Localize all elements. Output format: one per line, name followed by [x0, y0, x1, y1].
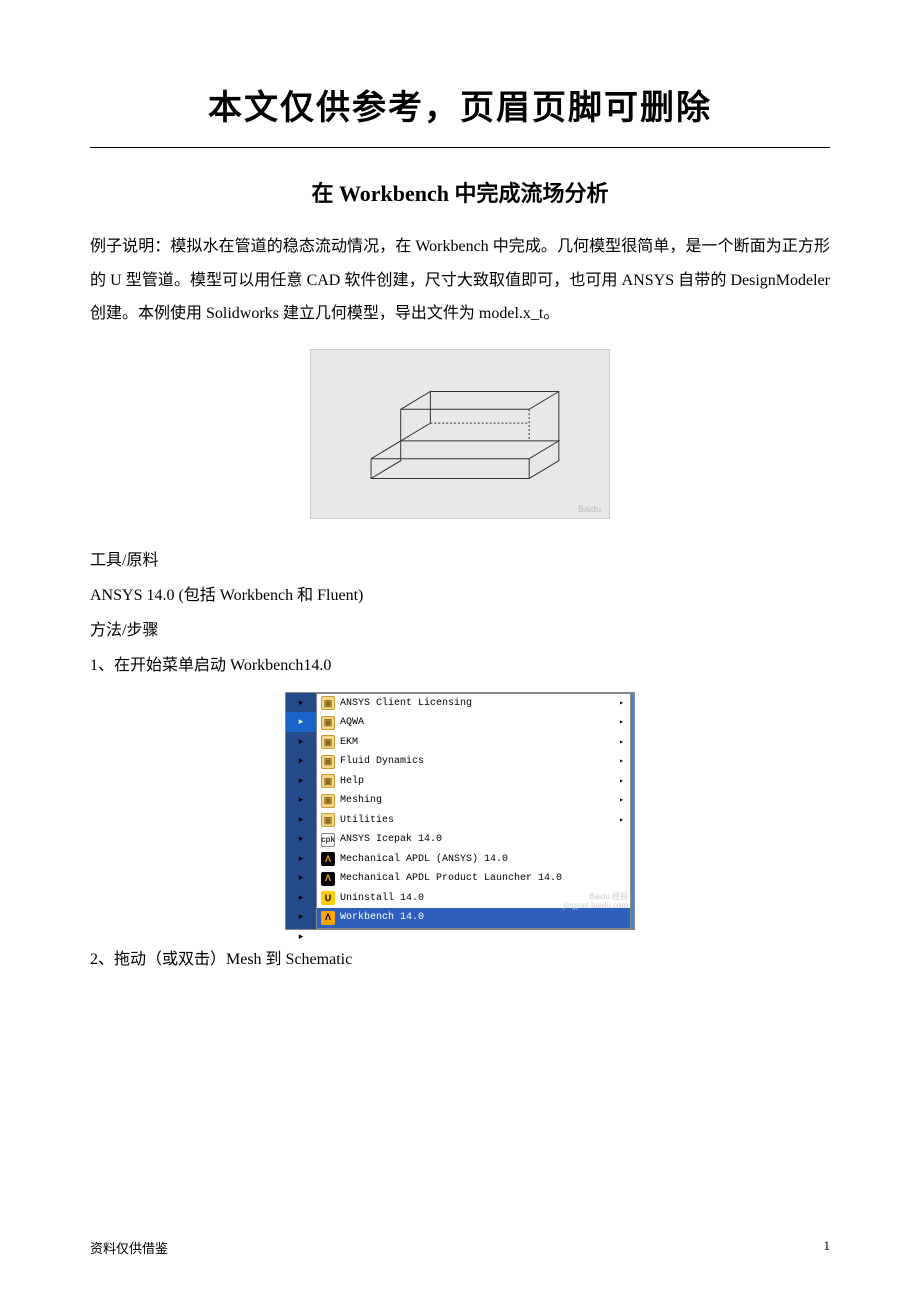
- watermark-line2: jingyan.baidu.com: [564, 901, 628, 910]
- u-shape-svg: [311, 350, 609, 518]
- menu-item-label: Uninstall 14.0: [340, 889, 424, 909]
- menu-item-aqwa[interactable]: ▣ AQWA ▸: [317, 713, 630, 733]
- left-arrow-slot: ▸: [286, 751, 316, 771]
- menu-item-ansys-icepak-14-0[interactable]: cpk ANSYS Icepak 14.0: [317, 830, 630, 850]
- left-arrow-slot: ▸: [286, 849, 316, 869]
- header-divider: [90, 147, 830, 148]
- lambda-o-icon: Λ: [321, 911, 335, 925]
- menu-item-label: EKM: [340, 733, 358, 753]
- menu-item-fluid-dynamics[interactable]: ▣ Fluid Dynamics ▸: [317, 752, 630, 772]
- menu-item-ansys-client-licensing[interactable]: ▣ ANSYS Client Licensing ▸: [317, 694, 630, 714]
- submenu-arrow-icon: ▸: [619, 713, 624, 733]
- figure-u-shape-container: Baidu: [90, 349, 830, 523]
- left-arrow-slot: ▸: [286, 732, 316, 752]
- watermark-line1: Baidu 经验: [589, 892, 628, 901]
- folder-icon: ▣: [321, 755, 335, 769]
- menu-item-label: Workbench 14.0: [340, 908, 424, 928]
- left-arrow-slot: ▸: [286, 868, 316, 888]
- left-arrow-slot: ▸: [286, 790, 316, 810]
- method-label: 方法/步骤: [90, 613, 830, 648]
- left-arrow-slot: ▸: [286, 888, 316, 908]
- menu-item-label: Mechanical APDL Product Launcher 14.0: [340, 869, 562, 889]
- folder-icon: ▣: [321, 735, 335, 749]
- menu-item-workbench-14-0[interactable]: Λ Workbench 14.0: [317, 908, 630, 928]
- submenu-arrow-icon: ▸: [619, 791, 624, 811]
- step-2: 2、拖动（或双击）Mesh 到 Schematic: [90, 942, 830, 977]
- submenu-arrow-icon: ▸: [619, 811, 624, 831]
- left-arrow-slot: ▸: [286, 693, 316, 713]
- menu-item-ekm[interactable]: ▣ EKM ▸: [317, 733, 630, 753]
- u-shape-diagram: Baidu: [310, 349, 610, 519]
- menu-item-mechanical-apdl-ansys-14-0[interactable]: Λ Mechanical APDL (ANSYS) 14.0: [317, 850, 630, 870]
- left-arrow-slot: ▸: [286, 771, 316, 791]
- step-1: 1、在开始菜单启动 Workbench14.0: [90, 648, 830, 683]
- folder-icon: ▣: [321, 774, 335, 788]
- left-arrow-slot: ▸: [286, 907, 316, 927]
- figure-watermark: Baidu: [578, 504, 601, 514]
- menu-item-label: Mechanical APDL (ANSYS) 14.0: [340, 850, 508, 870]
- folder-icon: ▣: [321, 696, 335, 710]
- baidu-watermark: Baidu 经验 jingyan.baidu.com: [564, 893, 628, 911]
- submenu-arrow-icon: ▸: [619, 752, 624, 772]
- folder-icon: ▣: [321, 794, 335, 808]
- menu-item-label: Fluid Dynamics: [340, 752, 424, 772]
- intro-paragraph: 例子说明：模拟水在管道的稳态流动情况，在 Workbench 中完成。几何模型很…: [90, 230, 830, 331]
- footer-page-number: 1: [824, 1238, 831, 1257]
- left-arrow-slot: ▸: [286, 810, 316, 830]
- menu-item-meshing[interactable]: ▣ Meshing ▸: [317, 791, 630, 811]
- menu-item-label: Help: [340, 772, 364, 792]
- left-arrow-slot: ▸: [286, 829, 316, 849]
- menu-item-help[interactable]: ▣ Help ▸: [317, 772, 630, 792]
- menu-item-mechanical-apdl-product-launcher-14-0[interactable]: Λ Mechanical APDL Product Launcher 14.0: [317, 869, 630, 889]
- start-menu-figure-container: ▸▸▸▸▸▸▸▸▸▸▸▸▸ ▣ANSYS Client Licensing▸▣A…: [90, 692, 830, 930]
- submenu-arrow-icon: ▸: [619, 733, 624, 753]
- lambda-icon: Λ: [321, 852, 335, 866]
- app-icon: cpk: [321, 833, 335, 847]
- menu-item-label: Utilities: [340, 811, 394, 831]
- menu-left-column: ▸▸▸▸▸▸▸▸▸▸▸▸▸: [286, 693, 316, 929]
- tools-content: ANSYS 14.0 (包括 Workbench 和 Fluent): [90, 578, 830, 613]
- header-note: 本文仅供参考，页眉页脚可删除: [90, 80, 830, 129]
- folder-icon: ▣: [321, 716, 335, 730]
- folder-icon: ▣: [321, 813, 335, 827]
- menu-item-label: ANSYS Icepak 14.0: [340, 830, 442, 850]
- start-menu-figure: ▸▸▸▸▸▸▸▸▸▸▸▸▸ ▣ANSYS Client Licensing▸▣A…: [285, 692, 635, 930]
- submenu-arrow-icon: ▸: [619, 694, 624, 714]
- uninst-icon: U: [321, 891, 335, 905]
- page-footer: 资料仅供借鉴 1: [90, 1238, 830, 1257]
- menu-item-label: ANSYS Client Licensing: [340, 694, 472, 714]
- menu-item-label: AQWA: [340, 713, 364, 733]
- menu-item-label: Meshing: [340, 791, 382, 811]
- lambda-icon: Λ: [321, 872, 335, 886]
- tools-label: 工具/原料: [90, 543, 830, 578]
- submenu-arrow-icon: ▸: [619, 772, 624, 792]
- page-title: 在 Workbench 中完成流场分析: [90, 176, 830, 208]
- footer-left: 资料仅供借鉴: [90, 1238, 168, 1257]
- left-arrow-slot: ▸: [286, 927, 316, 947]
- menu-item-utilities[interactable]: ▣ Utilities ▸: [317, 811, 630, 831]
- left-arrow-slot: ▸: [286, 712, 316, 732]
